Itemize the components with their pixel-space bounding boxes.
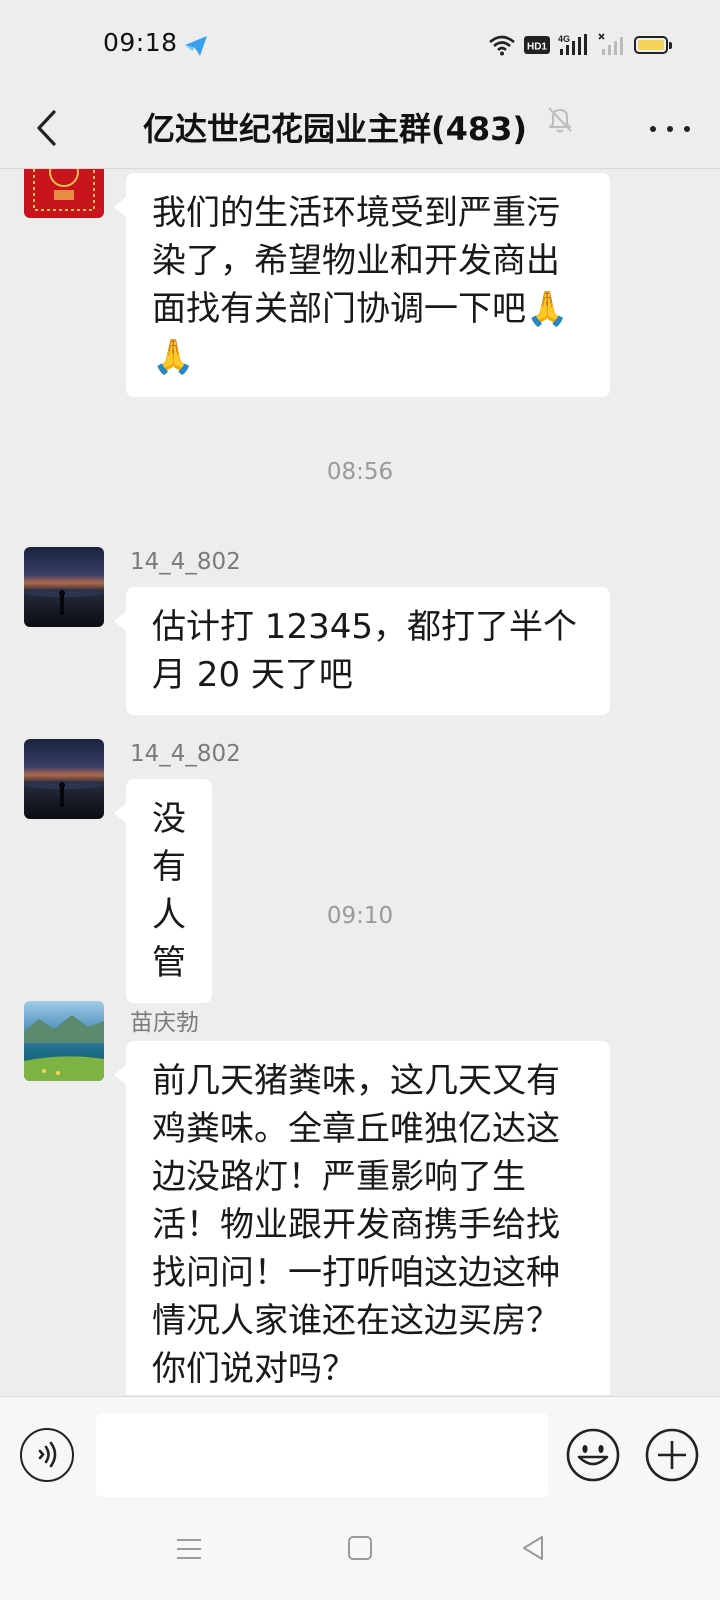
timestamp: 08:56 <box>326 459 394 485</box>
message-line: 面找有关部门协调一下吧🙏 <box>152 289 569 329</box>
timestamp: 09:10 <box>326 903 394 929</box>
message-bubble[interactable]: 我们的生活环境受到严重污 染了，希望物业和开发商出 面找有关部门协调一下吧🙏 🙏 <box>114 173 610 397</box>
back-button[interactable] <box>26 106 66 150</box>
wifi-icon <box>489 35 515 56</box>
chat-message-list[interactable]: 我们的生活环境受到严重污 染了，希望物业和开发商出 面找有关部门协调一下吧🙏 🙏… <box>0 169 720 1395</box>
message-line: 🙏 <box>152 337 195 377</box>
back-arrow-icon <box>37 110 56 146</box>
message-bubble[interactable]: 没有人管 <box>114 779 212 1003</box>
message-input[interactable] <box>96 1413 548 1497</box>
message-line: 前几天猪粪味，这几天又有 <box>152 1061 560 1101</box>
message-line: 边没路灯！严重影响了生 <box>152 1157 526 1197</box>
message-bubble[interactable]: 前几天猪粪味，这几天又有 鸡粪味。全章丘唯独亿达这 边没路灯！严重影响了生 活！… <box>114 1041 610 1395</box>
message-bubble[interactable]: 估计打 12345，都打了半个 月 20 天了吧 <box>114 587 610 715</box>
message-line: 没有人管 <box>152 799 186 983</box>
emoji-button[interactable] <box>565 1427 621 1483</box>
voice-icon <box>38 1441 57 1468</box>
menu-icon[interactable] <box>176 1536 202 1562</box>
avatar[interactable] <box>24 739 104 819</box>
message-line: 染了，希望物业和开发商出 <box>152 241 560 281</box>
more-dot <box>650 126 656 132</box>
system-navigation-bar <box>0 1508 720 1600</box>
avatar[interactable] <box>24 547 104 627</box>
back-triangle-icon[interactable] <box>520 1534 546 1562</box>
avatar[interactable] <box>24 169 104 218</box>
chat-title[interactable]: 亿达世纪花园业主群(483) <box>143 104 527 150</box>
svg-text:HD1: HD1 <box>527 42 547 53</box>
plus-icon <box>645 1428 699 1482</box>
message-line: 情况人家谁还在这边买房？ <box>152 1301 560 1341</box>
status-bar: 09:18 HD1 4G <box>0 0 720 90</box>
emoji-icon <box>566 1428 620 1482</box>
voice-button[interactable] <box>20 1428 74 1482</box>
chat-header: 亿达世纪花园业主群(483) <box>0 90 720 169</box>
message-line: 月 20 天了吧 <box>152 655 353 695</box>
sender-name: 14_4_802 <box>130 549 241 575</box>
more-dot <box>684 126 690 132</box>
svg-text:4G: 4G <box>558 34 570 44</box>
home-icon[interactable] <box>347 1534 373 1562</box>
plus-button[interactable] <box>644 1427 700 1483</box>
input-bar <box>0 1396 720 1509</box>
sender-name: 苗庆勃 <box>130 1010 199 1036</box>
message-line: 鸡粪味。全章丘唯独亿达这 <box>152 1109 560 1149</box>
more-button[interactable] <box>650 115 690 143</box>
bell-muted-icon <box>548 107 572 133</box>
feishu-icon <box>185 36 207 56</box>
more-dot <box>667 126 673 132</box>
sender-name: 14_4_802 <box>130 741 241 767</box>
message-line: 估计打 12345，都打了半个 <box>152 607 577 647</box>
signal-no-sim-icon <box>598 33 623 55</box>
message-line: 找问问！一打听咱这边这种 <box>152 1253 560 1293</box>
message-line: 你们说对吗？ <box>152 1349 356 1389</box>
status-time: 09:18 <box>103 28 178 57</box>
status-indicators: HD1 4G <box>488 30 672 60</box>
message-line: 活！物业跟开发商携手给找 <box>152 1205 560 1245</box>
hd-badge-icon: HD1 <box>524 36 550 54</box>
message-line: 我们的生活环境受到严重污 <box>152 193 560 233</box>
avatar[interactable] <box>24 1001 104 1081</box>
battery-icon <box>634 36 672 54</box>
signal-4g-icon: 4G <box>558 34 587 55</box>
